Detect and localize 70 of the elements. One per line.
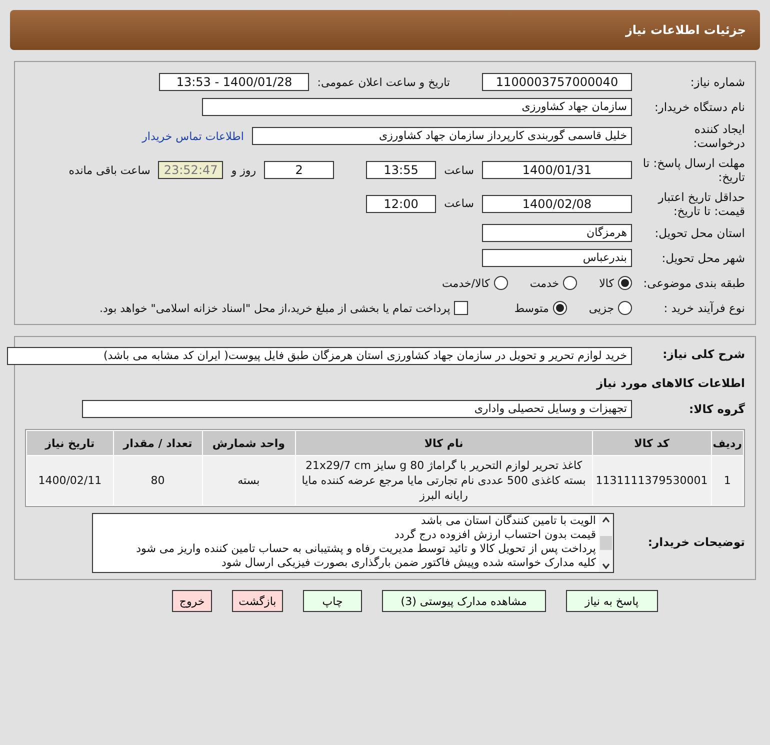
- column-header: نام کالا: [296, 431, 592, 456]
- description-field: خرید لوازم تحریر و تحویل در سازمان جهاد کشاورزی استان هرمزگان طبق فایل پیوست( ایران کد مشابه می باشد): [7, 347, 632, 366]
- table-cell: بسته: [202, 456, 295, 506]
- scroll-up-icon[interactable]: [601, 516, 611, 524]
- note-line: کلیه مدارک خواسته شده وپیش فاکتور ضمن بارگذاری بصورت فیزیکی ارسال شود: [220, 556, 596, 570]
- option-label: کالا/خدمت: [442, 276, 490, 290]
- table-cell: کاغذ تحریر لوازم التحریر با گراماژ 80 g سایز 21x29/7 cm بسته کاغذی 500 عددی نام تجارتی مایا مرجع عرضه کننده مایا رایانه البرز: [296, 456, 592, 506]
- field-label: طبقه بندی موضوعی:: [642, 276, 745, 290]
- column-header: تعداد / مقدار: [114, 431, 202, 456]
- province-field: هرمزگان: [482, 224, 632, 242]
- creator-field: خلیل قاسمی گوربندی کارپرداز سازمان جهاد کشاورزی: [252, 127, 632, 146]
- field-label: ساعت: [444, 197, 474, 210]
- action-button[interactable]: خروج: [172, 590, 212, 612]
- page-title: جزئیات اطلاعات نیاز: [625, 23, 746, 37]
- validity-date-field: 1400/02/08: [482, 194, 632, 213]
- radio-button[interactable]: [552, 301, 567, 316]
- goods-group-field: تجهیزات و وسایل تحصیلی واداری: [82, 400, 632, 418]
- countdown-field: 23:52:47: [158, 161, 224, 180]
- option-label: پرداخت تمام یا بخشی از مبلغ خرید،از محل "اسناد خزانه اسلامی" خواهد بود.: [100, 302, 450, 315]
- column-header: واحد شمارش: [202, 431, 295, 456]
- field-label: نام دستگاه خریدار:: [653, 100, 745, 114]
- action-button[interactable]: پاسخ به نیاز: [566, 590, 658, 612]
- radio-button[interactable]: [618, 301, 632, 316]
- action-button[interactable]: بازگشت: [232, 590, 284, 612]
- column-header: تاریخ نیاز: [27, 431, 113, 456]
- field-label: ساعت: [444, 164, 474, 177]
- buyer-contact-link[interactable]: اطلاعات تماس خریدار: [142, 130, 244, 143]
- note-line: پرداخت پس از تحویل کالا و تائید توسط مدیریت رفاه و پشتیبانی به حساب تامین کننده واریز می شود: [135, 542, 596, 556]
- option-label: خدمت: [530, 276, 560, 290]
- action-button[interactable]: چاپ: [303, 590, 362, 612]
- table-cell: 1131111379530001: [592, 456, 711, 506]
- note-line: الویت با تامین کنندگان استان می باشد: [420, 514, 596, 528]
- table-cell: 80: [114, 456, 202, 506]
- section-title: اطلاعات کالاهای مورد نیاز: [596, 376, 745, 390]
- radio-button[interactable]: [494, 276, 508, 290]
- deadline-time-field: 13:55: [366, 161, 436, 180]
- field-label: شهر محل تحویل:: [660, 251, 745, 266]
- field-label: شماره نیاز:: [689, 74, 745, 90]
- deadline-date-field: 1400/01/31: [482, 161, 632, 180]
- table-cell: 1: [712, 456, 743, 506]
- field-label: ساعت باقی مانده: [68, 164, 150, 177]
- field-label: روز و: [231, 164, 256, 177]
- field-label: گروه کالا:: [688, 402, 745, 416]
- scroll-down-icon[interactable]: [601, 562, 611, 570]
- field-label: حداقل تاریخ اعتبار قیمت: تا تاریخ:: [656, 190, 745, 218]
- column-header: ردیف: [712, 431, 743, 456]
- field-label: تاریخ و ساعت اعلان عمومی:: [317, 76, 450, 88]
- column-header: کد کالا: [592, 431, 711, 456]
- action-button[interactable]: مشاهده مدارک پیوستی (3): [382, 590, 546, 612]
- field-label: ایجاد کننده درخواست:: [692, 122, 745, 151]
- option-label: جزیی: [588, 302, 614, 315]
- buyer-org-field: سازمان جهاد کشاورزی: [202, 98, 632, 116]
- announce-date-field: 1400/01/28 - 13:53: [159, 73, 310, 91]
- field-label: استان محل تحویل:: [654, 226, 745, 240]
- field-label: نوع فرآیند خرید :: [662, 301, 745, 316]
- field-label: شرح کلی نیاز:: [662, 347, 745, 362]
- scrollbar[interactable]: [599, 514, 613, 572]
- option-label: کالا: [599, 276, 614, 290]
- field-label: مهلت ارسال پاسخ: تا تاریخ:: [642, 156, 745, 184]
- field-label: توضیحات خریدار:: [646, 535, 745, 550]
- radio-button[interactable]: [618, 276, 632, 290]
- radio-button[interactable]: [563, 276, 578, 290]
- need-number-field: 1100003757000040: [482, 73, 632, 91]
- note-line: قیمت بدون احتساب ارزش افزوده درج گردد: [393, 528, 596, 542]
- days-field: 2: [264, 161, 334, 180]
- checkbox[interactable]: [454, 301, 468, 316]
- validity-time-field: 12:00: [366, 194, 436, 213]
- option-label: متوسط: [514, 302, 549, 315]
- city-field: بندرعباس: [482, 249, 632, 268]
- table-cell: 1400/02/11: [27, 456, 113, 506]
